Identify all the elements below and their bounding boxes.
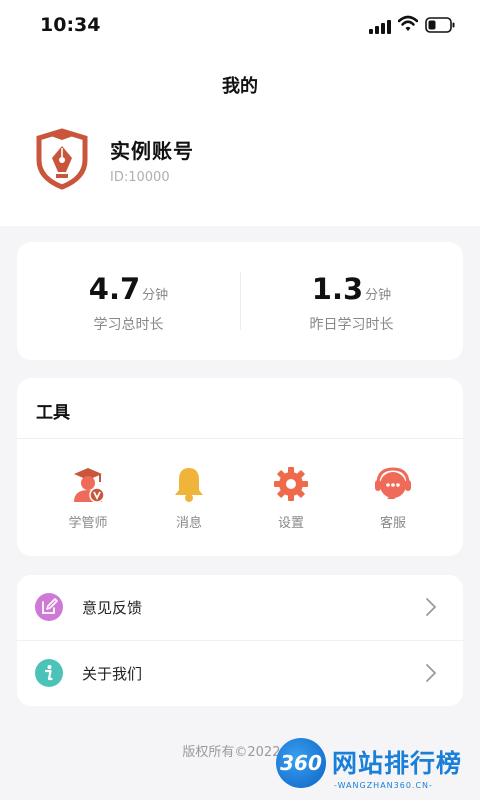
gear-icon <box>274 467 308 501</box>
tool-customer-service[interactable]: 客服 <box>343 464 443 531</box>
watermark-url: -WANGZHAN360.CN- <box>334 781 433 790</box>
battery-icon <box>425 17 455 33</box>
headset-icon <box>375 467 411 499</box>
menu-item-feedback[interactable]: 意见反馈 <box>17 575 463 640</box>
tools-title: 工具 <box>36 403 70 423</box>
info-icon <box>35 659 63 687</box>
tool-label: 设置 <box>277 516 304 531</box>
divider <box>17 438 463 439</box>
stat-yesterday-time: 1.3 分钟 昨日学习时长 <box>240 272 463 334</box>
watermark-logo: 360 网站排行榜 -WANGZHAN360.CN- <box>276 738 480 800</box>
tutor-icon <box>74 468 105 503</box>
wifi-icon <box>398 15 418 31</box>
page-title: 我的 <box>222 76 258 97</box>
tool-label: 客服 <box>379 516 406 531</box>
watermark-number: 360 <box>280 751 322 775</box>
stat-value: 4.7 <box>88 272 141 306</box>
chevron-right-icon <box>426 598 436 616</box>
stat-label: 昨日学习时长 <box>309 317 394 333</box>
tools-card: 工具 学管师 消息 设置 客服 <box>17 378 463 556</box>
account-id: ID:10000 <box>110 170 170 185</box>
account-id-value: 10000 <box>128 170 170 185</box>
stat-unit: 分钟 <box>365 288 392 303</box>
menu-item-label: 意见反馈 <box>82 599 143 617</box>
stat-total-time: 4.7 分钟 学习总时长 <box>17 272 240 334</box>
tool-label: 学管师 <box>68 516 108 531</box>
avatar[interactable] <box>36 128 88 190</box>
profile-header: 10:34 我的 实例账号 ID:10000 <box>0 0 480 226</box>
status-bar: 10:34 <box>0 0 480 52</box>
menu-item-about[interactable]: 关于我们 <box>17 641 463 706</box>
watermark-text: 网站排行榜 <box>332 749 463 778</box>
stat-label: 学习总时长 <box>93 317 164 333</box>
chevron-right-icon <box>426 664 436 682</box>
tool-label: 消息 <box>175 516 202 531</box>
bell-icon <box>175 468 203 502</box>
study-stats-card: 4.7 分钟 学习总时长 1.3 分钟 昨日学习时长 <box>17 242 463 360</box>
tool-messages[interactable]: 消息 <box>139 464 239 531</box>
stat-unit: 分钟 <box>142 288 169 303</box>
menu-card: 意见反馈 关于我们 <box>17 575 463 706</box>
account-name: 实例账号 <box>110 139 194 163</box>
tool-tutor[interactable]: 学管师 <box>38 464 138 531</box>
edit-icon <box>35 593 63 621</box>
status-time: 10:34 <box>40 14 101 36</box>
signal-icon <box>369 20 391 34</box>
tool-settings[interactable]: 设置 <box>241 464 341 531</box>
stat-value: 1.3 <box>311 272 364 306</box>
account-id-prefix: ID: <box>110 170 129 185</box>
menu-item-label: 关于我们 <box>82 665 143 683</box>
